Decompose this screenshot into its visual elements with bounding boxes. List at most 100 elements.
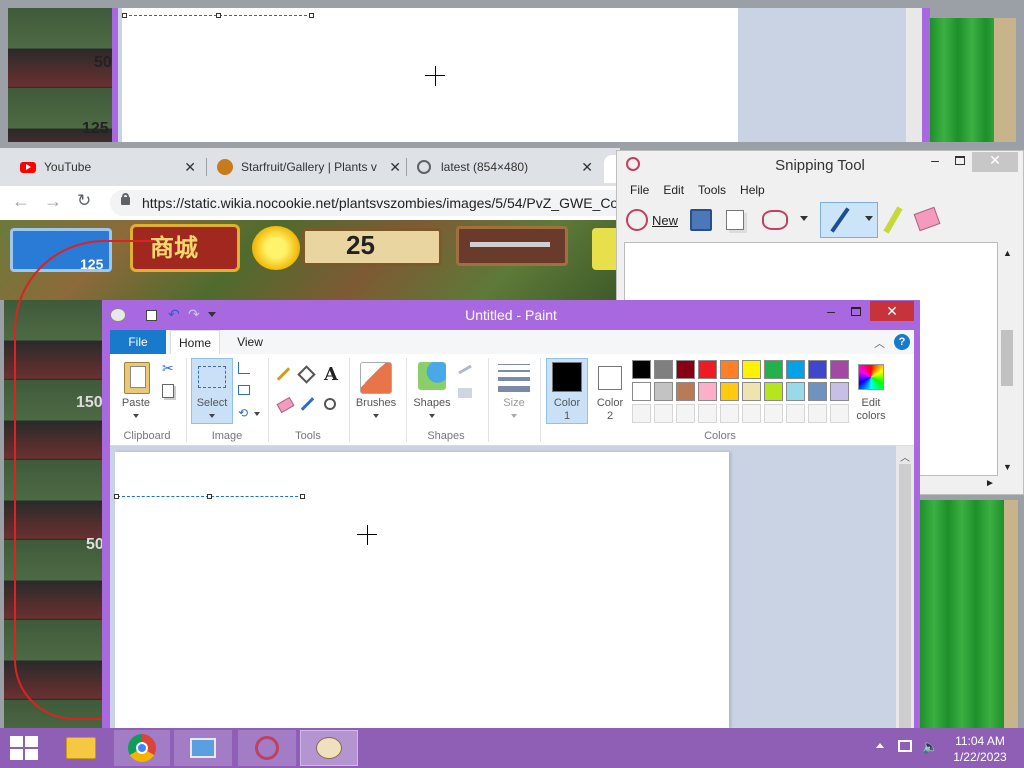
paint-taskbar-button[interactable] <box>300 730 358 766</box>
tab-latest[interactable]: latest (854×480) ✕ <box>407 152 603 182</box>
size-label[interactable]: Size <box>494 397 534 409</box>
forward-button[interactable]: → <box>44 191 62 212</box>
palette-swatch[interactable] <box>808 360 827 379</box>
color2-label[interactable]: Color <box>590 397 630 409</box>
palette-swatch[interactable] <box>720 404 739 423</box>
palette-swatch[interactable] <box>698 404 717 423</box>
palette-swatch[interactable] <box>632 382 651 401</box>
remote-desktop-taskbar-button[interactable] <box>174 730 232 766</box>
size-dropdown-arrow[interactable] <box>511 414 517 418</box>
paste-dropdown-arrow[interactable] <box>133 414 139 418</box>
palette-swatch[interactable] <box>676 382 695 401</box>
close-icon[interactable]: ✕ <box>581 159 593 176</box>
palette-swatch[interactable] <box>764 382 783 401</box>
edit-colors-label[interactable]: Edit <box>850 397 892 409</box>
palette-swatch[interactable] <box>720 360 739 379</box>
rotate-dropdown-arrow[interactable] <box>254 412 260 416</box>
paint-minimize-button[interactable]: – <box>818 303 844 323</box>
edit-colors-label-2[interactable]: colors <box>850 410 892 422</box>
network-icon[interactable] <box>898 740 912 752</box>
palette-swatch[interactable] <box>676 404 695 423</box>
file-explorer-taskbar-button[interactable] <box>54 730 108 766</box>
shapes-label[interactable]: Shapes <box>410 397 454 409</box>
copy-icon[interactable] <box>162 384 174 398</box>
palette-swatch[interactable] <box>632 360 651 379</box>
tab-view[interactable]: View <box>226 330 274 354</box>
tab-file[interactable]: File <box>110 330 166 354</box>
edit-colors-icon[interactable] <box>858 364 884 390</box>
paste-label[interactable]: Paste <box>116 397 156 409</box>
close-icon[interactable]: ✕ <box>184 159 196 176</box>
cut-icon[interactable]: ✂ <box>162 360 174 377</box>
size-icon[interactable] <box>498 364 530 392</box>
palette-swatch[interactable] <box>698 360 717 379</box>
send-snip-icon[interactable] <box>762 210 788 230</box>
palette-swatch[interactable] <box>720 382 739 401</box>
back-button[interactable]: ← <box>12 191 30 212</box>
palette-swatch[interactable] <box>654 382 673 401</box>
palette-swatch[interactable] <box>786 404 805 423</box>
maximize-button[interactable] <box>948 152 972 172</box>
save-icon[interactable] <box>690 209 712 231</box>
paint-maximize-button[interactable] <box>844 303 868 323</box>
palette-swatch[interactable] <box>764 360 783 379</box>
palette-swatch[interactable] <box>742 360 761 379</box>
palette-swatch[interactable] <box>830 404 849 423</box>
url-text[interactable]: https://static.wikia.nocookie.net/plants… <box>142 195 616 211</box>
pen-dropdown-arrow[interactable] <box>865 216 873 221</box>
chrome-taskbar-button[interactable] <box>114 730 170 766</box>
palette-swatch[interactable] <box>786 382 805 401</box>
palette-swatch[interactable] <box>676 360 695 379</box>
palette-swatch[interactable] <box>632 404 651 423</box>
text-icon[interactable]: A <box>324 364 338 385</box>
copy-icon[interactable] <box>726 210 744 230</box>
new-snip-button[interactable]: New <box>626 206 682 234</box>
rotate-icon[interactable]: ⟲ <box>238 406 248 420</box>
reload-button[interactable]: ↻ <box>77 191 91 211</box>
tab-home[interactable]: Home <box>170 330 220 355</box>
palette-swatch[interactable] <box>742 404 761 423</box>
shapes-icon[interactable] <box>418 362 446 390</box>
close-button[interactable]: ✕ <box>972 152 1018 172</box>
scroll-up-arrow[interactable]: ︿ <box>900 449 910 464</box>
tab-youtube[interactable]: YouTube ✕ <box>0 152 206 182</box>
show-hidden-icons[interactable] <box>876 743 884 748</box>
palette-swatch[interactable] <box>808 382 827 401</box>
snipping-taskbar-button[interactable] <box>238 730 296 766</box>
menu-help[interactable]: Help <box>740 183 765 197</box>
color2-swatch[interactable] <box>598 366 622 390</box>
minimize-ribbon-icon[interactable]: ︿ <box>874 335 885 351</box>
scroll-right-arrow[interactable]: ► <box>985 478 995 489</box>
help-icon[interactable]: ? <box>894 334 910 350</box>
scroll-down-arrow[interactable]: ▼ <box>1003 462 1012 472</box>
menu-edit[interactable]: Edit <box>663 183 684 197</box>
palette-swatch[interactable] <box>786 360 805 379</box>
minimize-button[interactable]: – <box>922 152 948 172</box>
volume-icon[interactable]: 🔈 <box>922 739 938 755</box>
palette-swatch[interactable] <box>764 404 783 423</box>
send-dropdown-arrow[interactable] <box>800 216 808 221</box>
palette-swatch[interactable] <box>698 382 717 401</box>
brushes-icon[interactable] <box>360 362 392 394</box>
palette-swatch[interactable] <box>654 360 673 379</box>
menu-tools[interactable]: Tools <box>698 183 726 197</box>
fill-shape-icon[interactable] <box>458 388 472 398</box>
paint-vscroll-thumb[interactable] <box>899 464 911 728</box>
clock-time[interactable]: 11:04 AM <box>946 734 1014 748</box>
menu-file[interactable]: File <box>630 183 649 197</box>
palette-swatch[interactable] <box>808 404 827 423</box>
crop-icon[interactable] <box>238 362 250 374</box>
brushes-label[interactable]: Brushes <box>352 397 400 409</box>
snipping-vscroll-thumb[interactable] <box>1001 330 1013 386</box>
resize-icon[interactable] <box>238 385 250 395</box>
clock-date[interactable]: 1/22/2023 <box>946 750 1014 764</box>
scroll-up-arrow[interactable]: ▲ <box>1003 248 1012 258</box>
paint-close-button[interactable]: ✕ <box>870 301 914 321</box>
close-icon[interactable]: ✕ <box>389 159 401 176</box>
palette-swatch[interactable] <box>654 404 673 423</box>
tab-starfruit[interactable]: Starfruit/Gallery | Plants v ✕ <box>207 152 407 182</box>
palette-swatch[interactable] <box>830 360 849 379</box>
start-button[interactable] <box>10 736 38 760</box>
palette-swatch[interactable] <box>830 382 849 401</box>
brushes-dropdown-arrow[interactable] <box>373 414 379 418</box>
